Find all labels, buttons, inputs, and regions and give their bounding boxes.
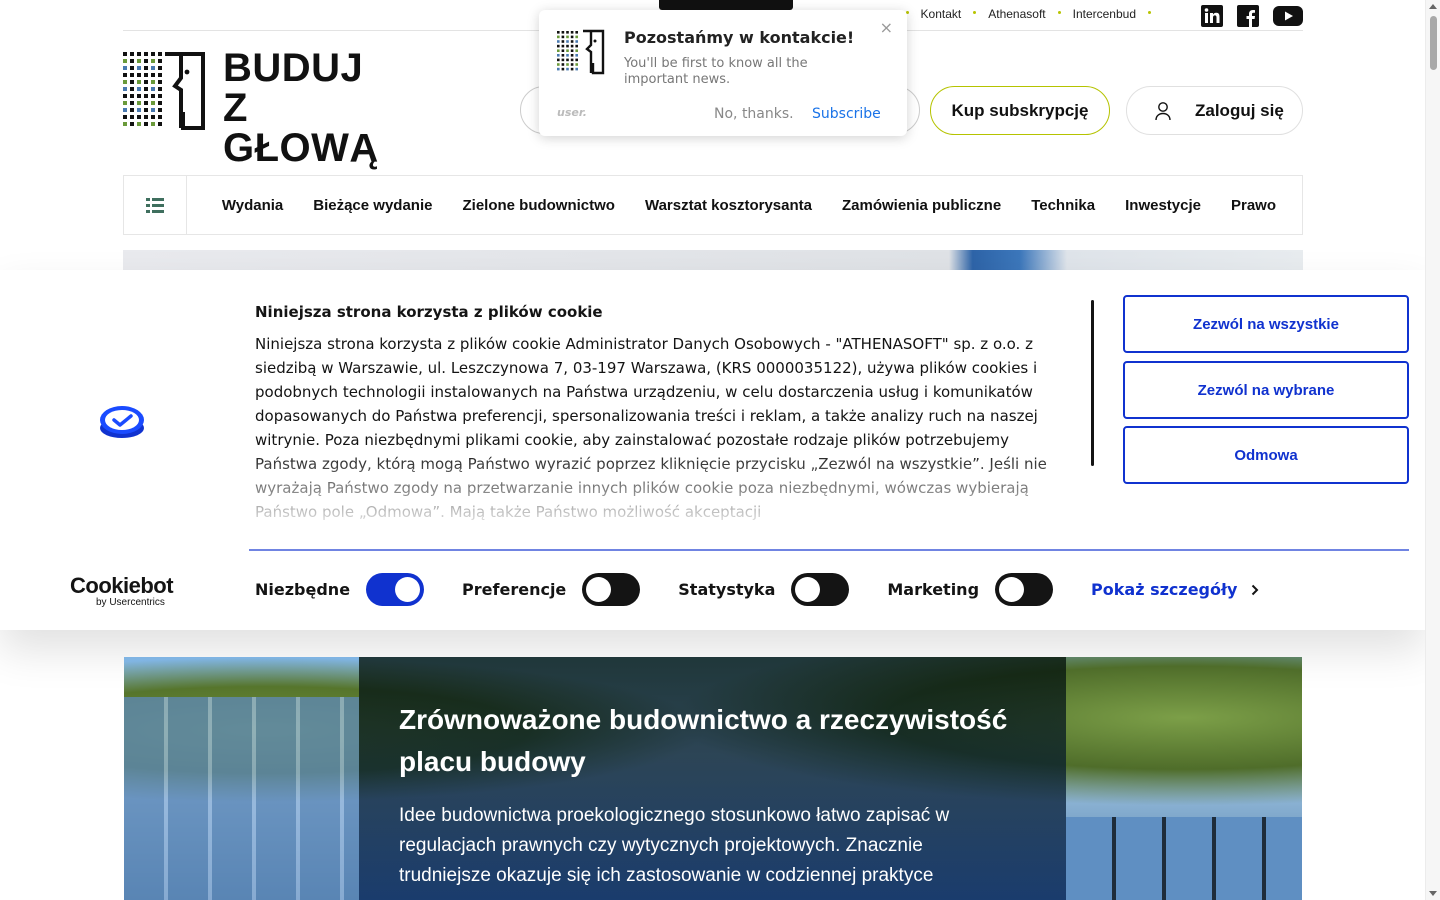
social-links [1201,5,1303,31]
scrollbar-thumb[interactable] [1430,16,1437,70]
nav-item-biezace-wydanie[interactable]: Bieżące wydanie [313,197,432,214]
nav-item-technika[interactable]: Technika [1031,197,1095,214]
chevron-right-icon [1252,584,1259,595]
cookie-consent-banner: Niniejsza strona korzysta z plików cooki… [0,270,1425,630]
show-details-link[interactable]: Pokaż szczegóły [1091,580,1259,599]
nav-item-zielone-budownictwo[interactable]: Zielone budownictwo [462,197,615,214]
push-text: You'll be first to know all the importan… [624,56,808,87]
menu-toggle-button[interactable] [124,176,187,234]
hero-photo-building-right [1066,817,1302,900]
push-notification-popup: Pozostańmy w kontakcie! You'll be first … [539,10,907,136]
top-link-athenasoft[interactable]: Athenasoft [988,7,1045,21]
toggle-knob [586,577,612,602]
cookie-text-scrollbar[interactable] [1091,300,1094,466]
logo-line-1: BUDUJ [223,46,364,90]
nav-items: Wydania Bieżące wydanie Zielone budownic… [222,176,1276,234]
cookie-divider [249,549,1409,551]
push-title: Pozostańmy w kontakcie! [624,28,855,47]
toggle-label-necessary: Niezbędne [255,580,351,599]
toggle-label-marketing: Marketing [887,580,980,599]
cookiebot-byline: by Usercentrics [96,597,165,608]
logo-mark-icon [557,29,605,75]
top-link-kontakt[interactable]: Kontakt [921,7,962,21]
push-decline-button[interactable]: No, thanks. [714,106,794,122]
cookiebot-logo: Cookiebot by Usercentrics [70,573,174,609]
page-scrollbar[interactable] [1425,0,1440,900]
hero-image-top [123,250,1303,272]
separator-dot [1057,11,1061,14]
featured-article[interactable]: Zrównoważone budownictwo a rzeczywistość… [124,657,1302,900]
nav-item-prawo[interactable]: Prawo [1231,197,1276,214]
facebook-icon[interactable] [1237,5,1259,31]
main-navigation: Wydania Bieżące wydanie Zielone budownic… [123,175,1303,235]
push-subscribe-button[interactable]: Subscribe [812,106,881,122]
scroll-down-arrow-icon[interactable] [1429,891,1437,896]
menu-grid-icon [146,198,164,213]
toggle-statistics[interactable] [791,573,850,606]
cookie-text-fade [255,450,1075,522]
site-logo[interactable]: BUDUJ Z GŁOWĄ [123,48,403,168]
login-button[interactable]: Zaloguj się [1126,86,1303,135]
deny-button[interactable]: Odmowa [1123,426,1409,484]
nav-item-zamowienia-publiczne[interactable]: Zamówienia publiczne [842,197,1001,214]
top-dark-tab [659,0,793,10]
toggle-preferences[interactable] [582,573,641,606]
cookie-shield-icon [100,406,144,438]
cookiebot-wordmark: Cookiebot [70,573,174,598]
subscribe-button[interactable]: Kup subskrypcję [930,86,1110,135]
separator-dot [1148,11,1151,14]
separator-dot [973,11,977,14]
logo-line-2: Z GŁOWĄ [223,86,379,170]
hero-photo-building-left [124,697,359,900]
featured-article-title[interactable]: Zrównoważone budownictwo a rzeczywistość… [399,699,1039,783]
push-brand: user. [557,106,587,119]
login-label: Zaloguj się [1195,100,1284,120]
top-link-intercenbud[interactable]: Intercenbud [1073,7,1136,21]
toggle-necessary[interactable] [366,573,425,606]
cookie-category-toggles: Niezbędne Preferencje Statystyka Marketi… [255,573,1259,606]
nav-item-warsztat-kosztorysanta[interactable]: Warsztat kosztorysanta [645,197,812,214]
allow-all-button[interactable]: Zezwól na wszystkie [1123,295,1409,353]
toggle-label-preferences: Preferencje [462,580,567,599]
allow-selected-button[interactable]: Zezwól na wybrane [1123,361,1409,419]
toggle-knob [795,577,821,602]
featured-article-lead: Idee budownictwa proekologicznego stosun… [399,805,950,886]
cookie-title: Niniejsza strona korzysta z plików cooki… [255,303,603,321]
linkedin-icon[interactable] [1201,5,1223,31]
close-icon[interactable]: × [880,18,893,37]
nav-item-wydania[interactable]: Wydania [222,197,283,214]
toggle-marketing[interactable] [995,573,1054,606]
toggle-label-statistics: Statystyka [678,580,776,599]
top-links: r Kontakt Athenasoft Intercenbud [890,7,1163,21]
logo-wordmark: BUDUJ Z GŁOWĄ [223,48,403,168]
nav-item-inwestycje[interactable]: Inwestycje [1125,197,1201,214]
youtube-icon[interactable] [1273,5,1303,31]
toggle-knob [999,577,1025,602]
toggle-knob [395,577,421,602]
scroll-up-arrow-icon[interactable] [1429,4,1437,9]
user-icon [1155,101,1171,120]
featured-article-overlay: Zrównoważone budownictwo a rzeczywistość… [359,657,1066,900]
show-details-label: Pokaż szczegóły [1091,580,1238,599]
logo-mark-icon [123,52,205,130]
